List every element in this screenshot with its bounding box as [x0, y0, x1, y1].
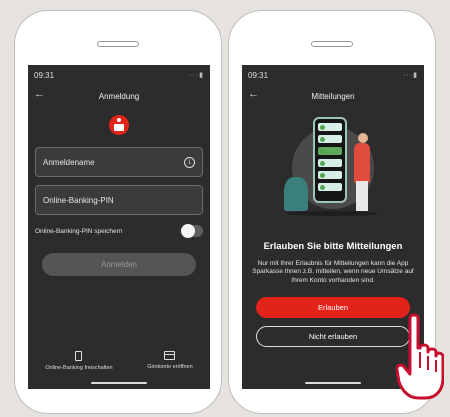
card-icon [164, 351, 176, 360]
bottom-links: Online-Banking freischalten Girokonto er… [28, 351, 210, 371]
allow-button[interactable]: Erlauben [256, 297, 410, 319]
person-illustration [358, 133, 368, 143]
home-indicator [305, 382, 361, 384]
plant-illustration [284, 177, 308, 211]
nav-bar: ← Mitteilungen [242, 85, 424, 107]
username-input[interactable]: Anmeldename i [35, 147, 203, 177]
open-account-link[interactable]: Girokonto eröffnen [147, 351, 193, 371]
link-label: Girokonto eröffnen [147, 364, 193, 370]
status-bar: 09:31 ···▮ [242, 65, 424, 85]
notification-illustration [278, 117, 388, 227]
phone-frame-login: 09:31 ···▮ ← Anmeldung Anmeldename i Onl… [14, 10, 222, 414]
toggle-knob [181, 224, 195, 238]
status-icons: ···▮ [189, 72, 204, 79]
back-arrow-icon[interactable]: ← [34, 88, 45, 100]
status-time: 09:31 [248, 70, 269, 80]
status-bar: 09:31 ···▮ [28, 65, 210, 85]
save-pin-toggle[interactable] [181, 224, 203, 238]
login-button[interactable]: Anmelden [42, 253, 196, 276]
logo-container [28, 115, 210, 135]
sparkasse-logo-icon [109, 115, 129, 135]
nav-bar: ← Anmeldung [28, 85, 210, 107]
info-icon[interactable]: i [184, 156, 195, 168]
speaker-grille [97, 41, 139, 47]
smartphone-icon [75, 351, 83, 361]
save-pin-label: Online-Banking-PIN speichern [35, 227, 123, 235]
page-title: Mitteilungen [311, 91, 355, 101]
username-placeholder: Anmeldename [43, 157, 95, 167]
unlock-online-banking-link[interactable]: Online-Banking freischalten [45, 351, 113, 371]
status-time: 09:31 [34, 70, 55, 80]
link-label: Online-Banking freischalten [45, 365, 113, 371]
speaker-grille [311, 41, 353, 47]
phone-illustration [313, 117, 347, 203]
login-screen: 09:31 ···▮ ← Anmeldung Anmeldename i Onl… [28, 65, 210, 389]
notification-heading: Erlauben Sie bitte Mitteilungen [263, 241, 403, 252]
pin-placeholder: Online-Banking-PIN [43, 195, 114, 205]
back-arrow-icon[interactable]: ← [248, 88, 259, 100]
status-icons: ···▮ [403, 72, 418, 79]
pointing-hand-icon [396, 313, 444, 400]
pin-input[interactable]: Online-Banking-PIN [35, 185, 203, 215]
notification-description: Nur mit Ihrer Erlaubnis für Mitteilungen… [252, 260, 414, 284]
home-indicator [91, 382, 147, 384]
deny-button[interactable]: Nicht erlauben [256, 326, 410, 348]
page-title: Anmeldung [98, 91, 140, 101]
save-pin-row: Online-Banking-PIN speichern [35, 224, 203, 238]
